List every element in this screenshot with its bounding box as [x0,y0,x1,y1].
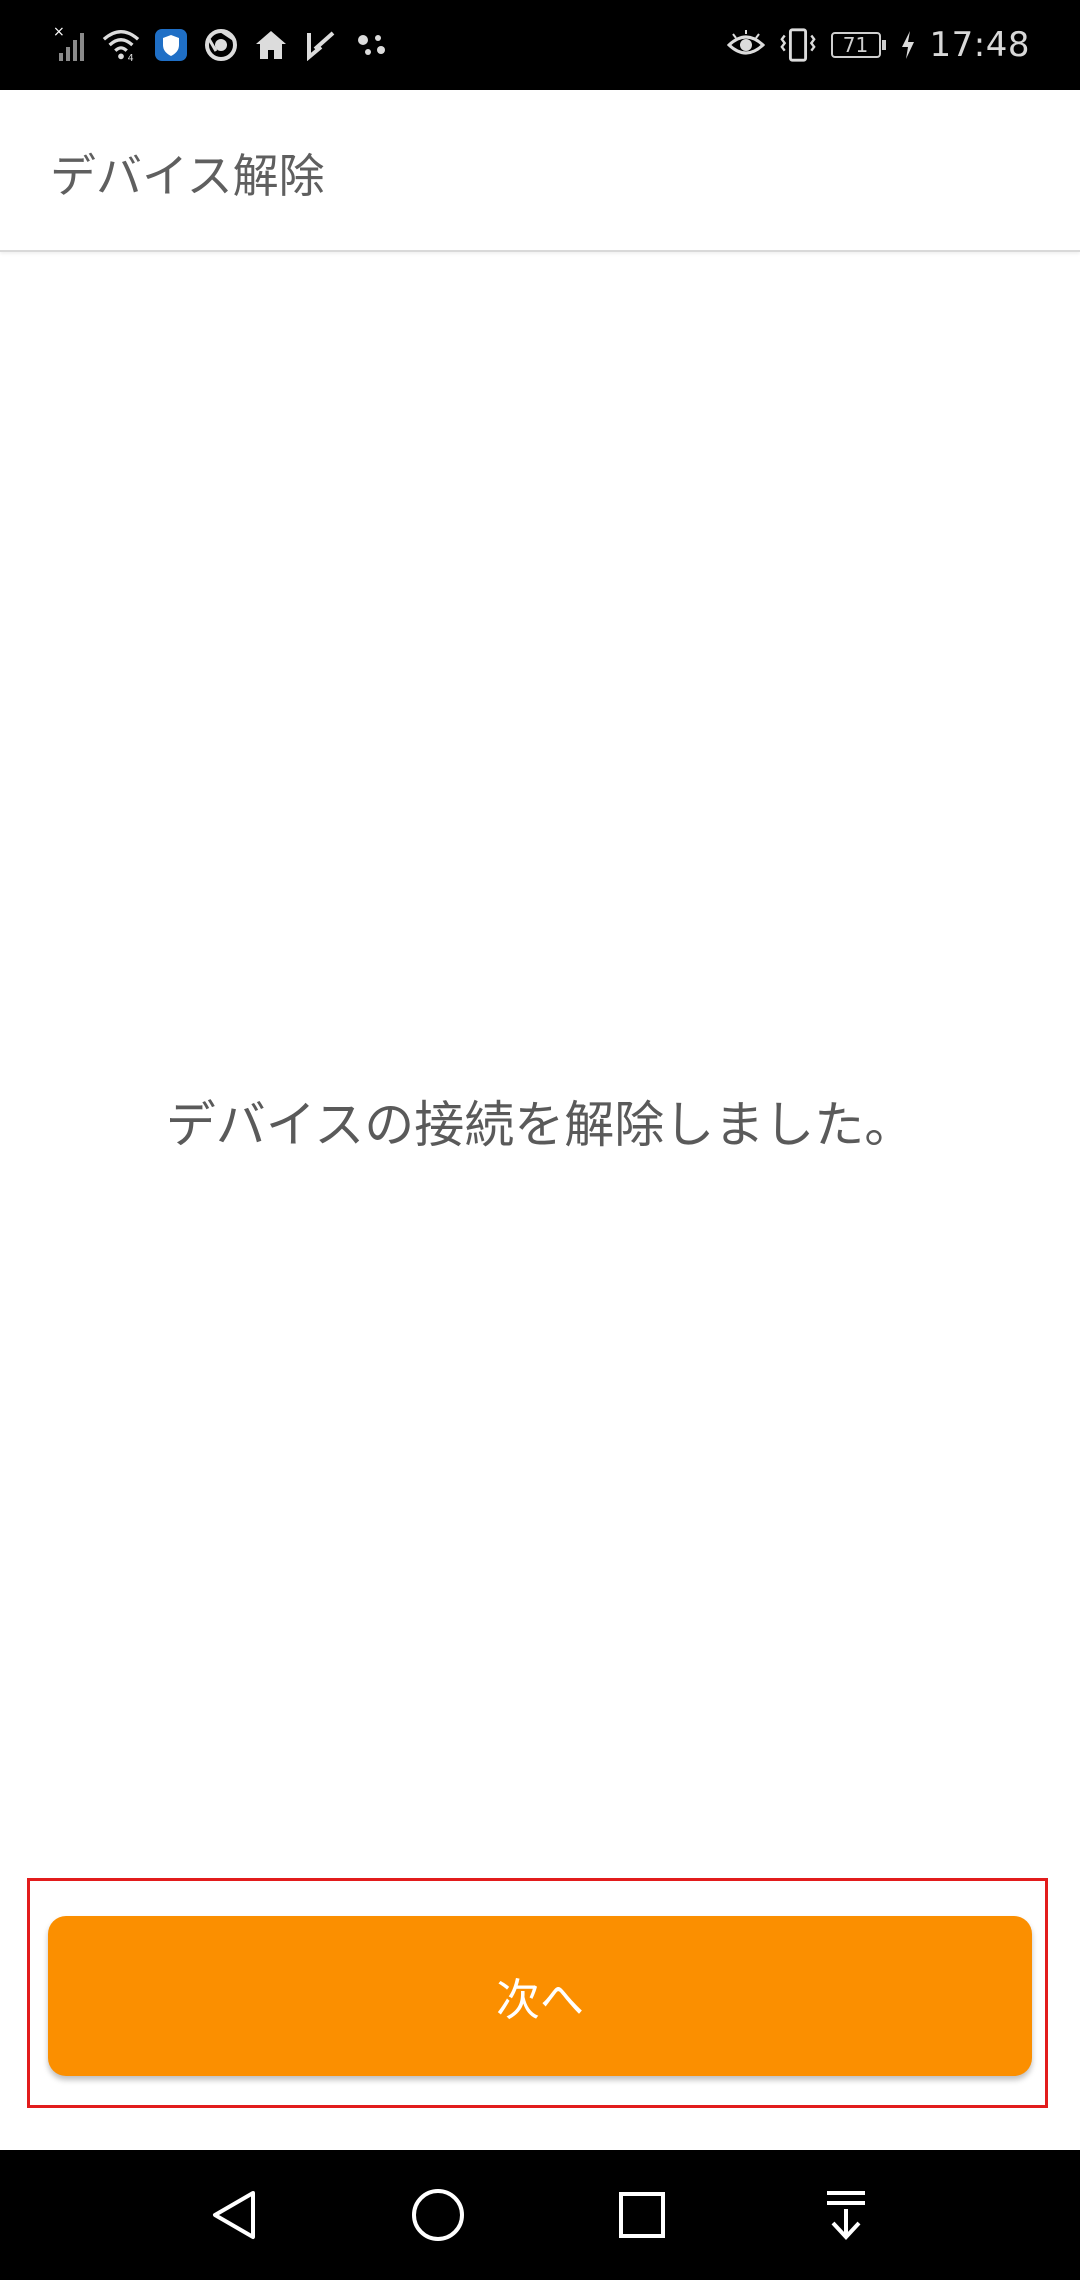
eye-comfort-icon [726,24,765,66]
svg-text:4: 4 [128,53,134,63]
signal-off-icon: × [52,24,90,66]
status-icons-right: 71 17:48 [726,22,1030,68]
notification-pull-icon[interactable] [811,2180,881,2250]
assistant-dots-icon [352,24,390,66]
vibrate-icon [779,24,817,66]
next-button[interactable]: 次へ [48,1916,1032,2076]
chrome-icon [202,24,240,66]
page-title: デバイス解除 [50,149,325,203]
app-bar: デバイス解除 [0,90,1080,252]
disconnect-message: デバイスの接続を解除しました。 [165,1096,915,1154]
battery-icon: 71 [830,32,886,58]
play-check-icon [302,24,340,66]
svg-text:×: × [53,25,65,40]
wifi-icon: 4 [102,24,140,66]
status-clock: 17:48 [929,25,1030,65]
navigation-bar [0,2150,1080,2280]
battery-level: 71 [830,32,881,58]
recents-icon[interactable] [607,2180,677,2250]
home-button-icon[interactable] [403,2180,473,2250]
status-bar: × 4 71 17:48 [0,0,1080,90]
vpn-shield-icon [152,24,190,66]
charging-icon [900,24,916,66]
screen: × 4 71 17:48 デバイス解除 デバイスの接続を解除しました。 次へ [0,0,1080,2280]
home-icon [252,24,290,66]
back-icon[interactable] [199,2180,269,2250]
status-icons-left: × 4 [52,22,390,68]
